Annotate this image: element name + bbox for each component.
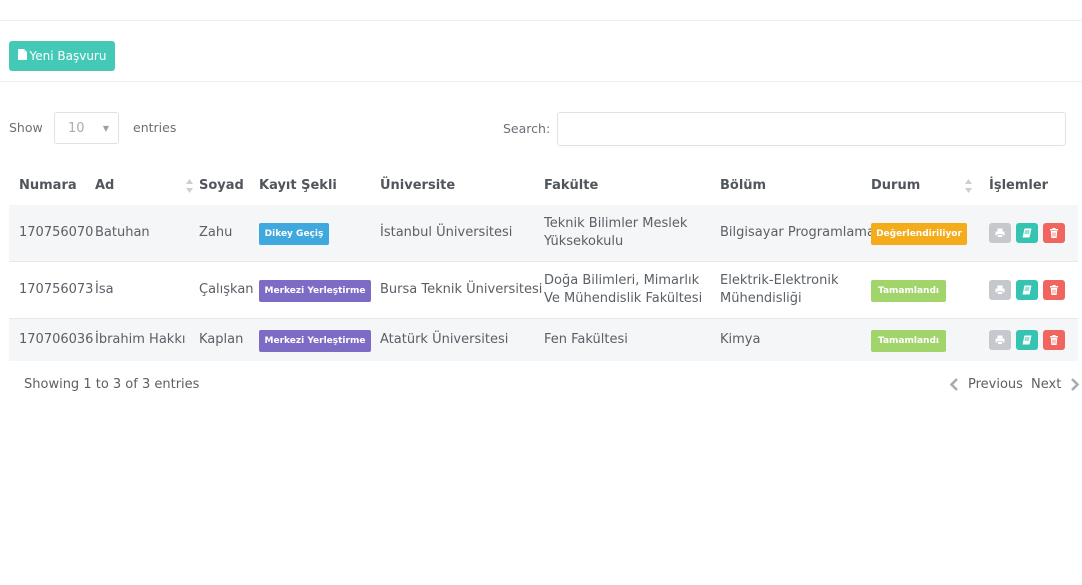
column-header-universite[interactable]: Üniversite	[380, 178, 455, 193]
status-badge: Değerlendiriliyor	[871, 223, 967, 245]
cell-universite: İstanbul Üniversitesi	[380, 225, 513, 240]
cell-numara: 170706036	[19, 332, 94, 347]
book-icon	[1022, 228, 1032, 238]
new-application-label: Yeni Başvuru	[29, 49, 107, 63]
previous-page-button[interactable]: Previous	[949, 377, 1023, 392]
delete-button[interactable]	[1043, 223, 1065, 243]
details-button[interactable]	[1016, 280, 1038, 300]
cell-ad: Batuhan	[95, 225, 150, 240]
column-header-ad[interactable]: Ad	[95, 178, 114, 193]
trash-icon	[1050, 285, 1058, 295]
cell-ad: İbrahim Hakkı	[95, 332, 186, 347]
cell-bolum: Bilgisayar Programlama	[720, 225, 875, 240]
print-button[interactable]	[989, 280, 1011, 300]
cell-bolum: Kimya	[720, 332, 761, 347]
new-application-button[interactable]: Yeni Başvuru	[9, 41, 115, 71]
cell-fakulte: Fen Fakültesi	[544, 332, 628, 347]
cell-soyad: Kaplan	[199, 332, 244, 347]
previous-label: Previous	[968, 377, 1023, 392]
sort-icon[interactable]	[965, 179, 972, 193]
delete-button[interactable]	[1043, 280, 1065, 300]
status-badge: Tamamlandı	[871, 280, 946, 302]
search-label: Search:	[503, 121, 551, 136]
column-header-soyad[interactable]: Soyad	[199, 178, 244, 193]
cell-universite: Atatürk Üniversitesi	[380, 332, 509, 347]
registration-type-badge: Merkezi Yerleştirme	[259, 280, 371, 302]
chevron-left-icon	[949, 378, 958, 391]
entries-label: entries	[133, 120, 177, 135]
print-button[interactable]	[989, 330, 1011, 350]
sort-icon[interactable]	[186, 179, 193, 193]
cell-fakulte: Doğa Bilimleri, Mimarlık Ve Mühendislik …	[544, 273, 703, 306]
show-label: Show	[9, 120, 43, 135]
column-header-numara[interactable]: Numara	[19, 178, 77, 193]
cell-fakulte: Teknik Bilimler Meslek Yüksekokulu	[544, 216, 688, 249]
cell-numara: 170756070	[19, 225, 94, 240]
status-badge: Tamamlandı	[871, 330, 946, 352]
next-label: Next	[1031, 377, 1062, 392]
cell-soyad: Zahu	[199, 225, 233, 240]
details-button[interactable]	[1016, 330, 1038, 350]
book-icon	[1022, 335, 1032, 345]
search-input[interactable]	[557, 112, 1066, 146]
details-button[interactable]	[1016, 223, 1038, 243]
delete-button[interactable]	[1043, 330, 1065, 350]
column-header-fakulte[interactable]: Fakülte	[544, 178, 598, 193]
cell-numara: 170756073	[19, 282, 94, 297]
registration-type-badge: Merkezi Yerleştirme	[259, 330, 371, 352]
trash-icon	[1050, 335, 1058, 345]
next-page-button[interactable]: Next	[1031, 377, 1080, 392]
registration-type-badge: Dikey Geçiş	[259, 223, 329, 245]
page-length-select[interactable]: 10 ▼	[54, 112, 119, 144]
column-header-kayit-sekli[interactable]: Kayıt Şekli	[259, 178, 337, 193]
page-length-value: 10	[68, 120, 85, 136]
cell-soyad: Çalışkan	[199, 282, 254, 297]
column-header-islemler: İşlemler	[989, 178, 1049, 193]
cell-bolum: Elektrik-Elektronik Mühendisliği	[720, 273, 839, 306]
cell-universite: Bursa Teknik Üniversitesi	[380, 282, 543, 297]
printer-icon	[995, 285, 1005, 295]
chevron-down-icon: ▼	[102, 124, 109, 133]
file-icon	[17, 49, 27, 63]
chevron-right-icon	[1071, 378, 1080, 391]
printer-icon	[995, 335, 1005, 345]
print-button[interactable]	[989, 223, 1011, 243]
toolbar-divider	[0, 81, 1082, 82]
top-divider	[0, 20, 1082, 21]
book-icon	[1022, 285, 1032, 295]
table-info: Showing 1 to 3 of 3 entries	[24, 377, 200, 392]
printer-icon	[995, 228, 1005, 238]
trash-icon	[1050, 228, 1058, 238]
cell-ad: İsa	[95, 282, 114, 297]
column-header-durum[interactable]: Durum	[871, 178, 920, 193]
column-header-bolum[interactable]: Bölüm	[720, 178, 766, 193]
